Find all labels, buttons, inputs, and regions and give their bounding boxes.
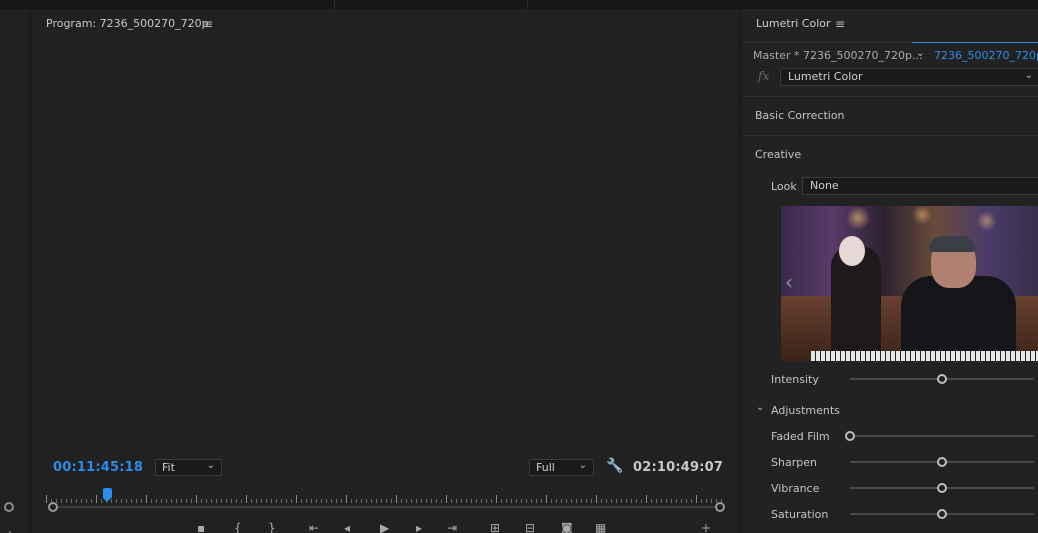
pianist-figure bbox=[901, 276, 1016, 361]
sharpen-label: Sharpen bbox=[771, 456, 817, 469]
wrench-icon[interactable]: 🔧 bbox=[606, 458, 623, 474]
faded-film-label: Faded Film bbox=[771, 430, 830, 443]
section-label: Creative bbox=[755, 148, 802, 161]
adjustments-label[interactable]: Adjustments bbox=[771, 404, 840, 417]
marker-icon[interactable]: ▪ bbox=[197, 522, 205, 533]
zoom-handle[interactable] bbox=[4, 502, 14, 512]
stage-lights bbox=[781, 206, 1038, 266]
export-frame-icon[interactable]: ◙ bbox=[561, 522, 573, 533]
look-select[interactable]: None bbox=[802, 177, 1038, 195]
hamburger-icon[interactable]: ≡ bbox=[835, 17, 845, 31]
effect-select[interactable]: Lumetri Color ⌄ bbox=[780, 68, 1038, 86]
comparison-view-icon[interactable]: ▦ bbox=[595, 522, 606, 533]
vibrance-label: Vibrance bbox=[771, 482, 820, 495]
zoom-scrollbar-start-handle[interactable] bbox=[48, 502, 58, 512]
pianist-cap bbox=[929, 236, 975, 252]
vibrance-slider[interactable] bbox=[850, 483, 1034, 493]
out-point-icon[interactable]: } bbox=[268, 522, 276, 533]
go-to-in-icon[interactable]: ⇤ bbox=[309, 522, 319, 533]
time-ruler-major-ticks bbox=[46, 493, 726, 503]
extract-icon[interactable]: ⊟ bbox=[525, 522, 535, 533]
program-monitor-title[interactable]: Program: 7236_500270_720p bbox=[46, 17, 209, 30]
intensity-label: Intensity bbox=[771, 373, 819, 386]
chevron-down-icon[interactable]: ⌄ bbox=[756, 402, 764, 413]
program-monitor: Program: 7236_500270_720p ≡ 00:11:45:18 … bbox=[33, 9, 738, 533]
current-timecode[interactable]: 00:11:45:18 bbox=[53, 460, 143, 475]
saturation-slider[interactable] bbox=[850, 509, 1034, 519]
hamburger-icon[interactable]: ≡ bbox=[203, 17, 213, 31]
chevron-left-icon[interactable]: ‹ bbox=[785, 270, 793, 294]
chevron-down-icon: ⌄ bbox=[1024, 70, 1033, 81]
in-point-icon[interactable]: { bbox=[234, 522, 242, 533]
piano-keys bbox=[811, 351, 1038, 361]
go-to-out-icon[interactable]: ⇥ bbox=[447, 522, 457, 533]
section-basic-correction[interactable]: Basic Correction bbox=[742, 96, 1038, 134]
chevron-down-icon[interactable]: ⌄ bbox=[916, 48, 924, 59]
lumetri-color-panel: Lumetri Color ≡ Master * 7236_500270_720… bbox=[742, 9, 1038, 533]
playback-resolution-select[interactable]: Full ⌄ bbox=[529, 459, 594, 476]
singer-head bbox=[839, 236, 865, 266]
duration-timecode: 02:10:49:07 bbox=[633, 460, 724, 475]
section-label: Basic Correction bbox=[755, 109, 845, 122]
saturation-label: Saturation bbox=[771, 508, 829, 521]
slider-knob[interactable] bbox=[937, 374, 947, 384]
step-forward-icon[interactable]: ▸ bbox=[416, 522, 422, 533]
source-panel-edge: + bbox=[0, 9, 29, 533]
panel-divider[interactable] bbox=[527, 0, 528, 9]
zoom-level-value: Fit bbox=[162, 461, 175, 474]
panel-divider[interactable] bbox=[334, 0, 335, 9]
fx-icon[interactable]: fx bbox=[758, 69, 769, 83]
sequence-clip-tab[interactable]: 7236_500270_720p * bbox=[934, 49, 1038, 62]
slider-knob[interactable] bbox=[845, 431, 855, 441]
zoom-scrollbar[interactable] bbox=[53, 506, 720, 508]
playhead[interactable] bbox=[103, 488, 113, 502]
slider-knob[interactable] bbox=[937, 509, 947, 519]
step-back-icon[interactable]: ◂ bbox=[344, 522, 350, 533]
slider-knob[interactable] bbox=[937, 457, 947, 467]
faded-film-slider[interactable] bbox=[845, 431, 1034, 441]
look-label: Look bbox=[771, 180, 797, 193]
active-tab-indicator bbox=[912, 42, 1038, 43]
chevron-down-icon: ⌄ bbox=[578, 460, 587, 471]
add-button-icon[interactable]: + bbox=[4, 529, 16, 533]
play-icon[interactable]: ▶ bbox=[380, 522, 389, 533]
section-creative[interactable]: Creative bbox=[742, 135, 1038, 173]
effect-select-value: Lumetri Color bbox=[788, 70, 863, 83]
look-preview-thumbnail[interactable]: ‹ bbox=[781, 206, 1038, 361]
slider-knob[interactable] bbox=[937, 483, 947, 493]
add-button-icon[interactable]: + bbox=[701, 522, 711, 533]
sharpen-slider[interactable] bbox=[850, 457, 1034, 467]
zoom-level-select[interactable]: Fit ⌄ bbox=[155, 459, 222, 476]
intensity-slider[interactable] bbox=[850, 374, 1034, 384]
panel-title[interactable]: Lumetri Color bbox=[756, 17, 831, 30]
playback-resolution-value: Full bbox=[536, 461, 555, 474]
master-clip-tab[interactable]: Master * 7236_500270_720p... bbox=[753, 49, 923, 62]
lift-icon[interactable]: ⊞ bbox=[490, 522, 500, 533]
transport-controls: ▪ { } ⇤ ◂ ▶ ▸ ⇥ ⊞ ⊟ ◙ ▦ + bbox=[33, 522, 738, 533]
top-panel-strip bbox=[0, 0, 1038, 9]
chevron-down-icon: ⌄ bbox=[206, 460, 215, 471]
zoom-scrollbar-end-handle[interactable] bbox=[715, 502, 725, 512]
